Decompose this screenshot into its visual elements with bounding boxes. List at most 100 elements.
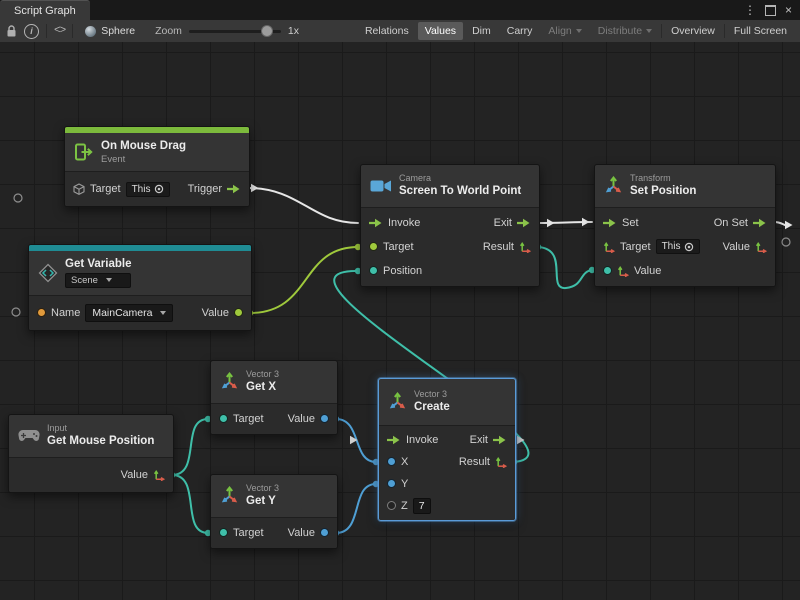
node-vector3-get-y[interactable]: Vector 3 Get Y Target Value [210, 474, 338, 549]
node-category: Input [47, 424, 154, 433]
toolbar-button-overview[interactable]: Overview [664, 22, 722, 40]
info-icon[interactable]: i [24, 24, 39, 39]
zoom-slider-handle[interactable] [261, 25, 273, 37]
port-create-y[interactable] [387, 479, 396, 488]
window-close-icon[interactable]: × [785, 3, 792, 17]
port-row: Z 7 [379, 495, 515, 517]
port-label-target: Target [233, 413, 264, 425]
port-label-invoke: Invoke [388, 217, 420, 229]
node-title: Get Y [246, 495, 279, 508]
node-on-mouse-drag[interactable]: On Mouse Drag Event Target This Trigger [64, 126, 250, 207]
z-value-field[interactable]: 7 [413, 498, 431, 514]
toolbar-button-align[interactable]: Align [541, 22, 588, 40]
vector3-mini-icon[interactable] [495, 456, 507, 468]
port-row: Target Result [361, 235, 539, 259]
node-category: Vector 3 [246, 484, 279, 493]
port-getx-value[interactable] [320, 414, 329, 423]
window-controls: ⋮ × [744, 0, 800, 20]
vector3-mini-icon[interactable] [153, 469, 165, 481]
wire-gety-to-create-y[interactable] [336, 484, 376, 533]
window-menu-icon[interactable]: ⋮ [744, 3, 756, 17]
port-label-y: Y [401, 478, 408, 490]
port-camera-position[interactable] [369, 266, 378, 275]
port-gety-value[interactable] [320, 528, 329, 537]
port-gety-target[interactable] [219, 528, 228, 537]
port-variable-value[interactable] [234, 308, 243, 317]
port-row: X Result [379, 451, 515, 473]
flow-arrow-icon[interactable] [387, 435, 401, 445]
node-header: Input Get Mouse Position [9, 415, 173, 457]
scope-label: Scene [71, 275, 98, 286]
port-setposition-value[interactable] [603, 266, 612, 275]
port-label-target: Target [233, 527, 264, 539]
lock-icon[interactable] [6, 25, 17, 38]
port-label-on-set: On Set [714, 217, 748, 229]
flow-arrow-icon[interactable] [493, 435, 507, 445]
port-camera-target[interactable] [369, 242, 378, 251]
port-variable-name[interactable] [37, 308, 46, 317]
wire-mouse-to-gety-target[interactable] [172, 475, 208, 533]
target-value-chip[interactable]: This [656, 239, 701, 254]
port-create-x[interactable] [387, 457, 396, 466]
zoom-label: Zoom [155, 25, 182, 37]
wire-variable-to-camera-target[interactable] [250, 247, 358, 313]
graph-canvas[interactable]: On Mouse Drag Event Target This Trigger [0, 42, 800, 600]
node-get-variable[interactable]: Get Variable Scene Name MainCamera [28, 244, 252, 331]
tab-script-graph[interactable]: Script Graph [0, 0, 90, 20]
flow-arrow-icon[interactable] [227, 184, 241, 194]
vector3-mini-icon[interactable] [603, 241, 615, 253]
object-selector[interactable]: Sphere [80, 23, 140, 39]
on-mouse-drag-icon [74, 142, 94, 162]
target-value-chip[interactable]: This [126, 182, 171, 197]
port-label-target: Target [90, 183, 121, 195]
vector3-mini-icon[interactable] [519, 241, 531, 253]
node-vector3-create[interactable]: Vector 3 Create Invoke Exit X [378, 378, 516, 521]
gameobject-cube-icon [73, 183, 85, 196]
port-row: Target This Value [595, 235, 775, 259]
toolbar-button-full-screen[interactable]: Full Screen [727, 22, 794, 40]
variable-name-dropdown[interactable]: MainCamera [85, 304, 173, 322]
zoom-slider[interactable] [189, 30, 281, 33]
node-vector3-get-x[interactable]: Vector 3 Get X Target Value [210, 360, 338, 435]
variable-scope-dropdown[interactable]: Scene [65, 273, 131, 288]
wire-mouse-to-getx-target[interactable] [172, 419, 208, 475]
vector3-icon [220, 486, 239, 505]
flow-arrow-icon[interactable] [517, 218, 531, 228]
code-icon[interactable]: <> [54, 25, 65, 37]
wire-camera-result-to-setposition-value[interactable] [538, 247, 592, 288]
node-screen-to-world-point[interactable]: Camera Screen To World Point Invoke Exit… [360, 164, 540, 287]
vector3-mini-icon[interactable] [755, 241, 767, 253]
window-maximize-icon[interactable] [765, 5, 776, 16]
object-label: Sphere [101, 25, 135, 37]
port-getx-target[interactable] [219, 414, 228, 423]
toolbar-button-label: Values [425, 25, 456, 37]
port-label-value: Value [202, 307, 229, 319]
wire-trigger-to-invoke[interactable] [248, 188, 358, 223]
node-subtitle: Event [101, 155, 186, 165]
node-get-mouse-position[interactable]: Input Get Mouse Position Value [8, 414, 174, 493]
port-label-value-input: Value [634, 265, 661, 277]
flow-arrow-icon[interactable] [369, 218, 383, 228]
toolbar-separator [46, 24, 47, 38]
node-title: Get X [246, 381, 279, 394]
port-row: Target Value [211, 407, 337, 431]
node-set-position[interactable]: Transform Set Position Set On Set Target [594, 164, 776, 287]
node-header: Get Variable Scene [29, 251, 251, 295]
toolbar-button-values[interactable]: Values [418, 22, 463, 40]
toolbar-button-relations[interactable]: Relations [358, 22, 416, 40]
port-label-exit: Exit [494, 217, 512, 229]
node-category: Camera [399, 174, 521, 183]
toolbar-button-dim[interactable]: Dim [465, 22, 498, 40]
port-label-target: Target [620, 241, 651, 253]
toolbar-separator [661, 24, 662, 38]
node-header: On Mouse Drag Event [65, 133, 249, 171]
flow-arrow-icon[interactable] [753, 218, 767, 228]
flow-arrow-icon[interactable] [603, 218, 617, 228]
tab-label: Script Graph [14, 5, 76, 17]
port-label-x: X [401, 456, 408, 468]
toolbar-button-carry[interactable]: Carry [500, 22, 540, 40]
toolbar-button-label: Overview [671, 25, 715, 37]
chevron-down-icon [160, 311, 166, 315]
toolbar-button-distribute[interactable]: Distribute [591, 22, 659, 40]
port-create-z[interactable] [387, 501, 396, 510]
